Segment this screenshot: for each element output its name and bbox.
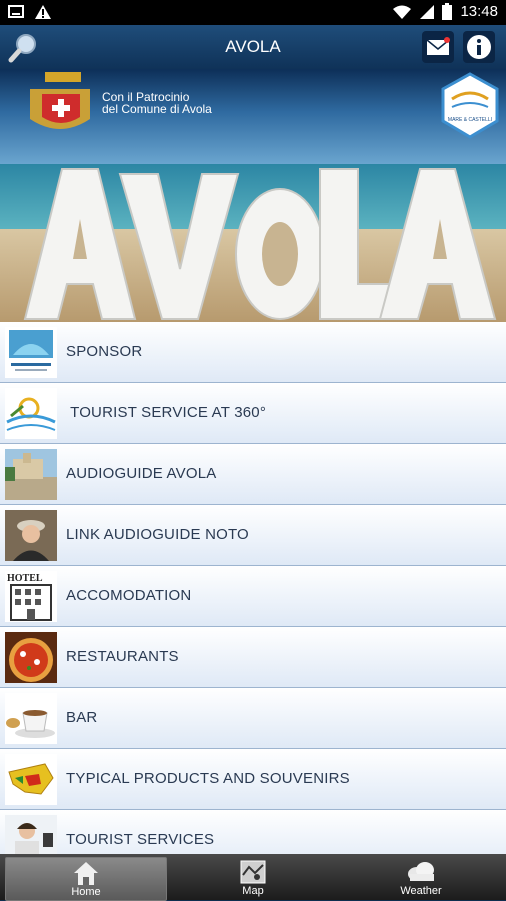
app-header: AVOLA xyxy=(0,25,506,69)
beach-photo: Con il Patrocinio del Comune di Avola MA… xyxy=(0,69,506,322)
menu-item-label: LINK AUDIOGUIDE NOTO xyxy=(66,526,249,543)
menu-item-label: TOURIST SERVICE AT 360° xyxy=(66,404,267,421)
screenshot-icon xyxy=(8,5,24,18)
menu-item-label: BAR xyxy=(66,709,98,726)
person-photo-thumbnail xyxy=(5,510,57,561)
menu-item-label: AUDIOGUIDE AVOLA xyxy=(66,465,217,482)
info-icon xyxy=(467,35,491,59)
main-menu: SPONSOR TOURIST SERVICE AT 360° AUDIOGUI… xyxy=(0,322,506,854)
tab-map[interactable]: Map xyxy=(173,857,333,899)
menu-item-sponsor[interactable]: SPONSOR xyxy=(0,322,506,383)
patronage-line-2: del Comune di Avola xyxy=(102,102,212,116)
sicily-map-thumbnail xyxy=(5,754,57,805)
tab-label: Map xyxy=(242,885,264,897)
cellular-signal-icon xyxy=(420,4,435,19)
badge-text: MARE & CASTELLI xyxy=(448,117,492,123)
messages-button[interactable] xyxy=(422,31,454,63)
menu-item-label: TOURIST SERVICES xyxy=(66,831,215,848)
menu-item-label: ACCOMODATION xyxy=(66,587,192,604)
sponsor-logo-thumbnail xyxy=(5,327,57,378)
menu-item-tourist-service-360[interactable]: TOURIST SERVICE AT 360° xyxy=(0,383,506,444)
menu-item-audioguide-avola[interactable]: AUDIOGUIDE AVOLA xyxy=(0,444,506,505)
weather-cloud-icon xyxy=(408,862,434,881)
menu-item-restaurants[interactable]: RESTAURANTS xyxy=(0,627,506,688)
status-time: 13:48 xyxy=(460,3,498,20)
info-button[interactable] xyxy=(463,31,495,63)
tab-label: Home xyxy=(71,886,101,898)
tourism-logo-thumbnail xyxy=(5,388,57,439)
menu-item-bar[interactable]: BAR xyxy=(0,688,506,749)
bottom-tab-bar: Home Map Weather xyxy=(0,854,506,901)
home-icon xyxy=(74,862,98,885)
menu-item-accomodation[interactable]: HOTEL ACCOMODATION xyxy=(0,566,506,627)
wifi-icon xyxy=(393,5,412,19)
battery-icon xyxy=(442,3,453,20)
menu-item-label: RESTAURANTS xyxy=(66,648,179,665)
map-icon xyxy=(240,860,266,884)
menu-item-link-audioguide-noto[interactable]: LINK AUDIOGUIDE NOTO xyxy=(0,505,506,566)
hotel-thumbnail: HOTEL xyxy=(5,571,57,622)
tab-weather[interactable]: Weather xyxy=(341,857,501,899)
menu-item-typical-products[interactable]: TYPICAL PRODUCTS AND SOUVENIRS xyxy=(0,749,506,810)
town-photo-thumbnail xyxy=(5,449,57,500)
tab-home[interactable]: Home xyxy=(5,857,167,901)
coffee-thumbnail xyxy=(5,693,57,744)
tab-label: Weather xyxy=(400,885,442,897)
pizza-thumbnail xyxy=(5,632,57,683)
warning-icon xyxy=(35,5,51,19)
status-bar: 13:48 xyxy=(0,0,506,25)
menu-item-label: SPONSOR xyxy=(66,343,143,360)
menu-item-label: TYPICAL PRODUCTS AND SOUVENIRS xyxy=(66,770,350,787)
svg-text:HOTEL: HOTEL xyxy=(7,573,43,584)
hero-banner: Con il Patrocinio del Comune di Avola MA… xyxy=(0,69,506,322)
mail-icon xyxy=(426,37,450,55)
service-desk-thumbnail xyxy=(5,815,57,854)
menu-item-tourist-services[interactable]: TOURIST SERVICES xyxy=(0,810,506,854)
